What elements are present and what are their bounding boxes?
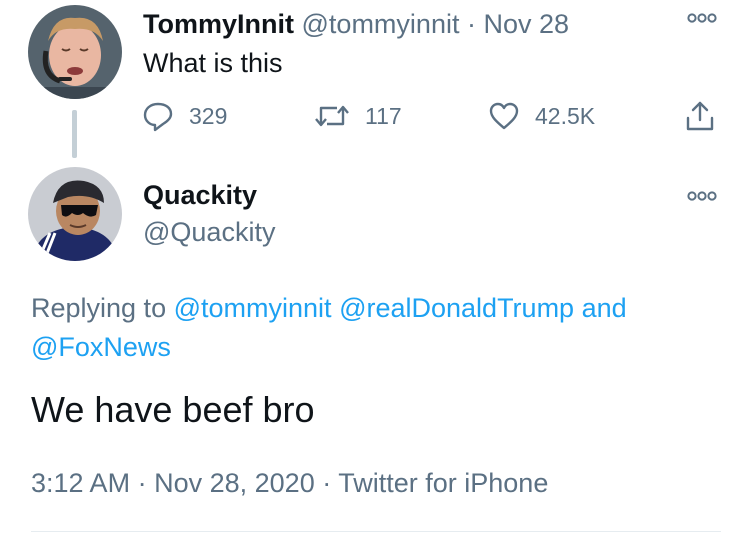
header-separator: ·: [466, 9, 476, 39]
mention-link[interactable]: @FoxNews: [31, 332, 171, 362]
like-button[interactable]: 42.5K: [487, 98, 595, 134]
more-icon[interactable]: [687, 189, 717, 203]
reply-count: 329: [189, 102, 228, 129]
parent-tweet-header: TommyInnit @tommyinnit · Nov 28: [143, 8, 569, 40]
reply-tweet-text: We have beef bro: [31, 389, 315, 430]
meta-separator: ·: [137, 468, 147, 498]
thread-connector-line: [72, 110, 77, 158]
replying-to-label: Replying to: [31, 293, 167, 323]
retweet-icon: [313, 99, 351, 133]
share-button[interactable]: [683, 98, 717, 134]
divider: [31, 531, 721, 532]
parent-handle[interactable]: @tommyinnit: [302, 9, 460, 39]
retweet-count: 117: [365, 102, 402, 129]
meta-separator: ·: [322, 468, 332, 498]
avatar-tommyinnit[interactable]: [28, 5, 122, 99]
share-icon: [683, 99, 717, 133]
retweet-button[interactable]: 117: [313, 98, 402, 134]
reply-icon: [141, 99, 175, 133]
replying-to-conjunction[interactable]: and: [582, 293, 627, 323]
tweet-time[interactable]: 3:12 AM: [31, 468, 130, 498]
reply-display-name[interactable]: Quackity: [143, 178, 257, 212]
more-icon[interactable]: [687, 11, 717, 25]
tweet-source[interactable]: Twitter for iPhone: [338, 468, 548, 498]
like-count: 42.5K: [535, 102, 596, 129]
mention-link[interactable]: @realDonaldTrump: [339, 293, 574, 323]
reply-handle[interactable]: @Quackity: [143, 215, 275, 249]
replying-to-line: Replying to @tommyinnit @realDonaldTrump…: [31, 289, 721, 367]
tweet-date[interactable]: Nov 28, 2020: [154, 468, 315, 498]
parent-date[interactable]: Nov 28: [484, 9, 570, 39]
like-icon: [487, 99, 521, 133]
reply-button[interactable]: 329: [141, 98, 227, 134]
parent-display-name[interactable]: TommyInnit: [143, 9, 294, 39]
parent-tweet-text: What is this: [143, 48, 283, 78]
avatar-quackity[interactable]: [28, 167, 122, 261]
tweet-metadata: 3:12 AM · Nov 28, 2020 · Twitter for iPh…: [31, 466, 548, 500]
mention-link[interactable]: @tommyinnit: [174, 293, 332, 323]
